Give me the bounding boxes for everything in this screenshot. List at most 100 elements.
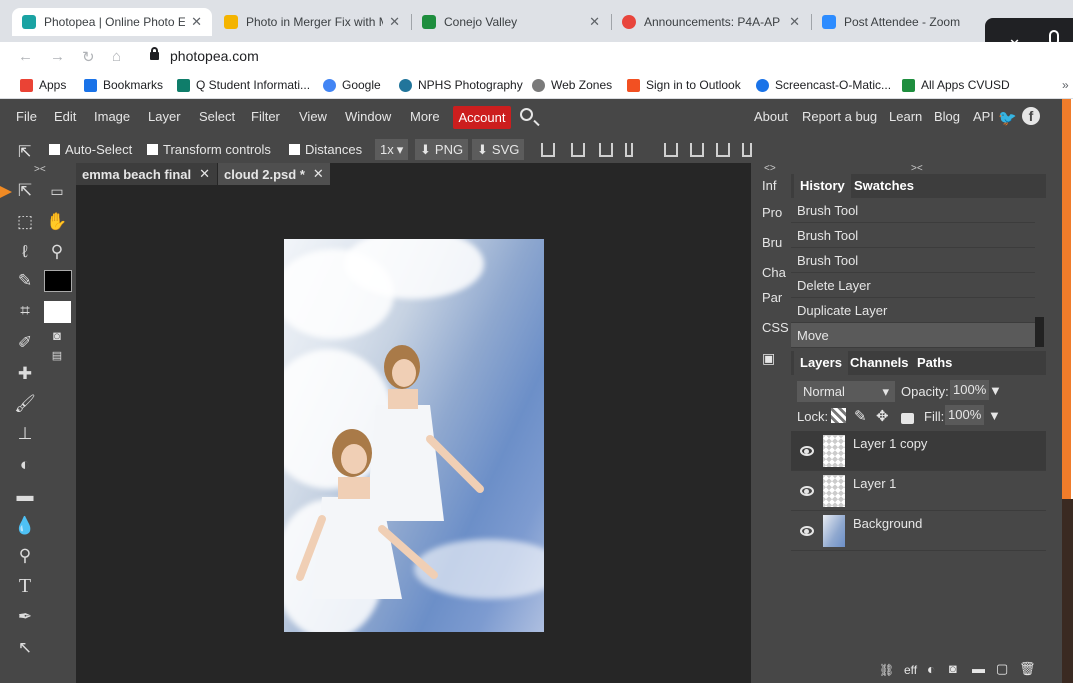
menu-view[interactable]: View [299,109,327,124]
more-bookmarks[interactable]: » [1062,78,1069,92]
marquee-tool-icon[interactable]: ⬚ [12,209,38,235]
fill-dropdown-icon[interactable]: ▼ [988,408,1001,423]
align-bottom-icon[interactable] [690,143,704,157]
menu-window[interactable]: Window [345,109,391,124]
browser-tab-announcements[interactable]: Announcements: P4A-AP S ✕ [612,8,810,36]
dodge-tool-icon[interactable]: ⚲ [12,543,38,569]
clone-stamp-tool-icon[interactable]: ⊥ [12,421,38,447]
tab-layers[interactable]: Layers [794,351,848,375]
bookmark-bookmarks[interactable]: Bookmarks [84,78,163,92]
bookmark-web-zones[interactable]: Web Zones [532,78,612,92]
trash-icon[interactable]: 🗑 [1019,661,1036,677]
close-tab-icon[interactable]: ✕ [589,14,600,30]
foreground-color-swatch[interactable] [44,270,72,292]
folder-icon[interactable]: ▬ [972,661,985,676]
eye-icon[interactable] [800,446,814,456]
eraser-tool-icon[interactable]: ◐ [12,452,38,478]
align-middle-icon[interactable] [664,143,678,157]
close-tab-icon[interactable]: ✕ [789,14,800,30]
artboard-tool-icon[interactable]: ▭ [44,178,70,204]
screen-mode-icon[interactable]: ▤ [44,343,70,369]
tab-history[interactable]: History [794,174,851,198]
menu-edit[interactable]: Edit [54,109,76,124]
menu-api[interactable]: API [973,109,994,124]
layer-row-layer-1-copy[interactable]: Layer 1 copy [791,431,1046,471]
menu-learn[interactable]: Learn [889,109,922,124]
facebook-icon[interactable]: f [1022,107,1040,125]
history-item[interactable]: Move [791,323,1035,348]
lock-position-icon[interactable]: ✥ [876,407,889,425]
zoom-tool-icon[interactable]: ⚲ [44,239,70,265]
align-top-icon[interactable] [625,143,633,157]
document-tab-emma-beach[interactable]: emma beach final ✕ [76,163,217,185]
history-item[interactable]: Duplicate Layer [791,298,1035,323]
bookmark-screencast[interactable]: Screencast-O-Matic... [756,78,891,92]
paragraph-panel-button[interactable]: Par [751,285,787,311]
home-icon[interactable]: ⌂ [112,48,121,65]
info-panel-button[interactable]: Inf [751,173,787,199]
move-tool-icon[interactable]: ⇱ [12,178,38,204]
menu-filter[interactable]: Filter [251,109,280,124]
eye-icon[interactable] [800,526,814,536]
brush-tool-icon[interactable]: 🖌 [12,391,38,417]
history-item[interactable]: Brush Tool [791,248,1035,273]
twitter-icon[interactable]: 🐦 [998,109,1017,127]
bookmark-q-student[interactable]: Q Student Informati... [177,78,310,92]
menu-file[interactable]: File [16,109,37,124]
character-panel-button[interactable]: Cha [751,260,787,286]
transform-controls-checkbox[interactable]: Transform controls [147,142,271,157]
browser-tab-photo-merger[interactable]: Photo in Merger Fix with M ✕ [214,8,410,36]
auto-select-checkbox[interactable]: Auto-Select [49,142,132,157]
pen-tool-icon[interactable]: ✒ [12,604,38,630]
layer-row-background[interactable]: Background [791,511,1046,551]
lock-transparency-icon[interactable] [831,408,846,423]
close-tab-icon[interactable]: ✕ [191,14,202,30]
image-panel-icon[interactable]: ▣ [751,345,787,371]
lasso-tool-icon[interactable]: ℓ [12,239,38,265]
brush-panel-button[interactable]: Bru [751,230,787,256]
fill-input[interactable]: 100% [945,405,985,425]
menu-image[interactable]: Image [94,109,130,124]
menu-about[interactable]: About [754,109,788,124]
type-tool-icon[interactable]: T [12,573,38,599]
properties-panel-button[interactable]: Pro [751,200,787,226]
eye-icon[interactable] [800,486,814,496]
canvas-area[interactable]: emma beach final ✕ cloud 2.psd * ✕ [76,163,751,683]
gradient-tool-icon[interactable]: ▬ [12,483,38,509]
history-item[interactable]: Brush Tool [791,223,1035,248]
link-icon[interactable]: ⛓ [879,663,894,677]
forward-icon[interactable]: → [50,48,65,65]
collapse-toggle[interactable]: >< [34,164,46,175]
hand-tool-icon[interactable]: ✋ [44,209,70,235]
browser-tab-conejo-valley[interactable]: Conejo Valley ✕ [412,8,610,36]
bookmark-outlook[interactable]: Sign in to Outlook [627,78,741,92]
bookmark-apps[interactable]: Apps [20,78,66,92]
search-icon[interactable] [520,108,533,121]
close-icon[interactable]: ✕ [313,166,324,182]
path-select-tool-icon[interactable]: ↖ [12,635,38,661]
background-color-swatch[interactable] [44,301,71,323]
back-icon[interactable]: ← [18,48,33,65]
menu-report-bug[interactable]: Report a bug [802,109,877,124]
export-png-button[interactable]: ⬇ PNG [415,139,469,160]
close-tab-icon[interactable]: ✕ [389,14,400,30]
align-right-icon[interactable] [599,143,613,157]
tab-paths[interactable]: Paths [911,351,958,375]
blend-mode-select[interactable]: Normal ▾ [797,381,895,402]
bookmark-google[interactable]: Google [323,78,381,92]
layer-mask-icon[interactable]: ◙ [949,661,957,676]
history-scrollbar[interactable] [1035,317,1044,347]
distribute-horizontal-icon[interactable] [742,143,752,157]
opacity-dropdown-icon[interactable]: ▼ [989,383,1002,398]
close-icon[interactable]: ✕ [199,166,210,182]
menu-more[interactable]: More [410,109,440,124]
panel-toggle[interactable]: >< [911,163,923,174]
distances-checkbox[interactable]: Distances [289,142,362,157]
bookmark-all-apps[interactable]: All Apps CVUSD [902,78,1010,92]
tab-swatches[interactable]: Swatches [848,174,920,198]
align-center-icon[interactable] [571,143,585,157]
url-field[interactable]: photopea.com [170,48,259,64]
opacity-input[interactable]: 100% [950,380,990,400]
css-panel-button[interactable]: CSS [751,315,789,341]
adjustment-layer-icon[interactable]: ◐ [927,661,935,677]
